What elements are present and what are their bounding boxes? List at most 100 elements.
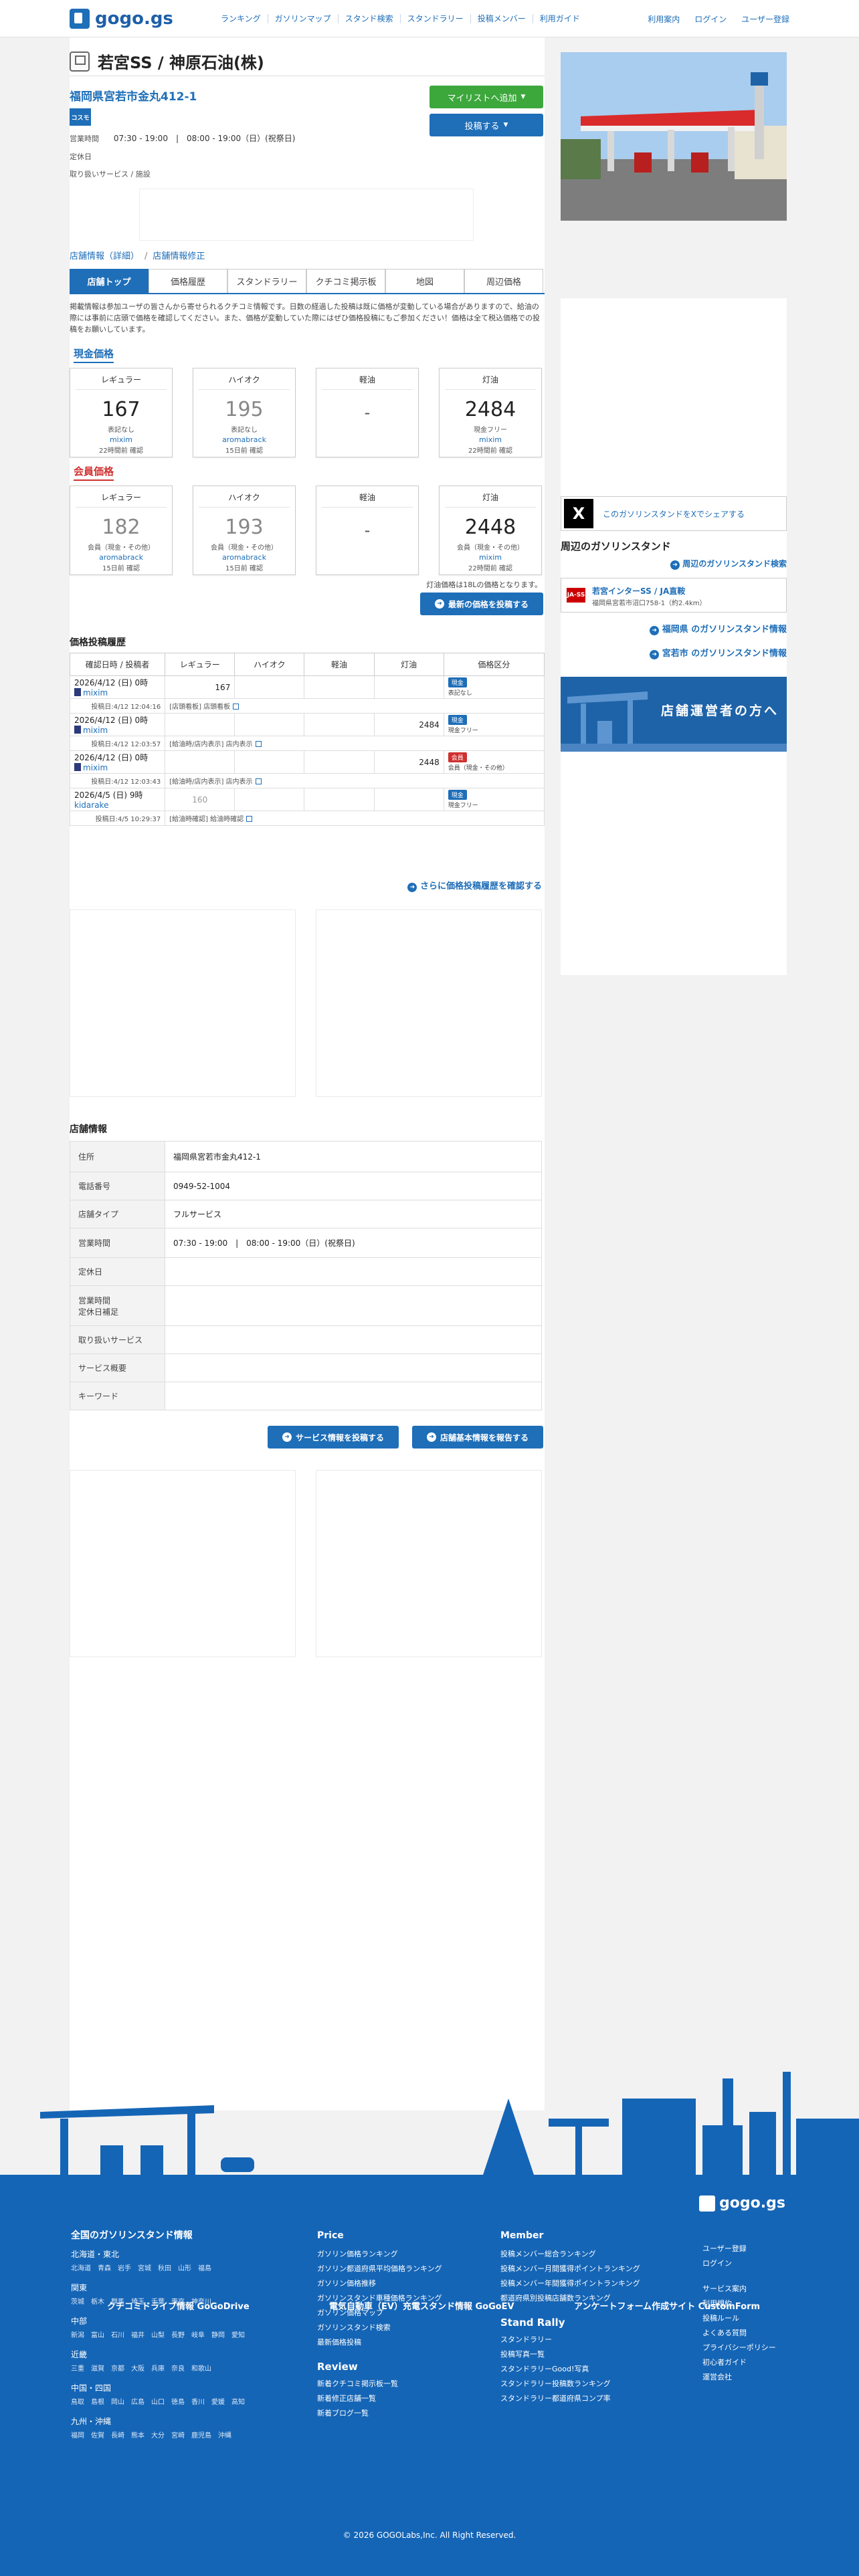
hours-value: 07:30 - 19:00 | 08:00 - 19:00（日）(祝祭日) [113, 134, 296, 143]
owner-banner[interactable]: 店舗運営者の方へ [561, 677, 787, 752]
flag-icon[interactable] [255, 741, 262, 747]
nav-register[interactable]: ユーザー登録 [741, 13, 789, 25]
nav-members[interactable]: 投稿メンバー [471, 14, 533, 23]
member-card-high-octane[interactable]: ハイオク 193 会員（現金・その他） aromabrack 15日前 確認 [193, 486, 296, 575]
footer-link[interactable]: プライバシーポリシー [702, 2341, 776, 2355]
report-store-button[interactable]: ➜ 店舗基本情報を報告する [412, 1426, 543, 1448]
tab-top[interactable]: 店舗トップ [70, 269, 149, 293]
footer-logo[interactable]: gogo.gs [699, 2195, 785, 2212]
footer-link[interactable]: 投稿メンバー月間獲得ポイントランキング [500, 2262, 640, 2276]
add-to-mylist-button[interactable]: マイリストへ追加 ▼ [430, 86, 543, 108]
tab-reviews[interactable]: クチコミ掲示板 [306, 269, 385, 293]
footer-link[interactable]: ユーザー登録 [702, 2242, 776, 2256]
footer-link[interactable]: ガソリン都道府県平均価格ランキング [317, 2262, 442, 2276]
tab-map[interactable]: 地図 [385, 269, 464, 293]
prefecture-stations-link[interactable]: ➜ 福岡県 のガソリンスタンド情報 [561, 622, 787, 635]
footer-link[interactable]: スタンドラリーGood!写真 [500, 2362, 640, 2377]
nav-login[interactable]: ログイン [694, 13, 727, 25]
site-logo[interactable]: gogo.gs [70, 5, 173, 32]
flag-icon[interactable] [246, 816, 253, 822]
flag-icon[interactable] [255, 778, 262, 784]
poster-name[interactable]: aromabrack [193, 435, 295, 444]
footer-link[interactable]: スタンドラリー都道府県コンプ率 [500, 2391, 640, 2406]
member-card-regular[interactable]: レギュラー 182 会員（現金・その他） aromabrack 15日前 確認 [70, 486, 173, 575]
member-card-kerosene[interactable]: 灯油 2448 会員（現金・その他） mixim 22時間前 確認 [439, 486, 542, 575]
nav-guide[interactable]: 利用ガイド [533, 14, 587, 23]
gogoev-link[interactable]: 電気自動車（EV）充電スタンド情報 GoGoEV [329, 2299, 514, 2312]
station-photo[interactable] [561, 52, 787, 221]
footer-link[interactable]: ログイン [702, 2256, 776, 2271]
poster-name[interactable]: mixim [440, 553, 541, 562]
footer-link[interactable]: 投稿写真一覧 [500, 2347, 640, 2362]
poster-name[interactable]: mixim [70, 435, 172, 444]
region-prefs[interactable]: 三重 滋賀 京都 大阪 兵庫 奈良 和歌山 [71, 2362, 245, 2377]
history-note: [給油時/店内表示] 店内表示 [169, 741, 253, 748]
footer-link[interactable]: ガソリン価格ランキング [317, 2247, 442, 2262]
poster-name[interactable]: mixim [440, 435, 541, 444]
nav-ranking[interactable]: ランキング [214, 14, 268, 23]
region-prefs[interactable]: 新潟 富山 石川 福井 山梨 長野 岐阜 静岡 愛知 [71, 2329, 245, 2343]
footer-link[interactable]: ガソリンスタンド検索 [317, 2321, 442, 2335]
post-button[interactable]: 投稿する ▼ [430, 114, 543, 136]
footer-link[interactable]: よくある質問 [702, 2326, 776, 2341]
tab-price-history[interactable]: 価格履歴 [149, 269, 227, 293]
nav-search[interactable]: スタンド検索 [339, 14, 401, 23]
footer-link[interactable]: スタンドラリー [500, 2333, 640, 2347]
share-on-x-button[interactable]: X このガソリンスタンドをXでシェアする [561, 496, 787, 531]
footer-link[interactable]: 最新価格投稿 [317, 2335, 442, 2350]
nearby-station-card[interactable]: JA-SS 若宮インターSS / JA直鞍 福岡県宮若市沼口758-1（約2.4… [561, 578, 787, 613]
price-card-diesel[interactable]: 軽油 - [316, 368, 419, 457]
tab-rally[interactable]: スタンドラリー [227, 269, 306, 293]
store-detail-link[interactable]: 店舗情報（詳細） [70, 251, 139, 261]
history-kerosene: 2448 [373, 750, 444, 774]
footer-link[interactable]: ガソリン価格推移 [317, 2276, 442, 2291]
footer-link[interactable]: 新着ブログ一覧 [317, 2406, 442, 2421]
footer-link[interactable]: サービス案内 [702, 2282, 776, 2296]
payment-type: 会員（現金・その他） [211, 544, 278, 552]
price-card-regular[interactable]: レギュラー 167 表記なし mixim 22時間前 確認 [70, 368, 173, 457]
more-history-link[interactable]: ➜ さらに価格投稿履歴を確認する [70, 879, 542, 892]
poster-name[interactable]: aromabrack [70, 553, 172, 562]
post-service-button[interactable]: ➜ サービス情報を投稿する [268, 1426, 399, 1448]
history-user[interactable]: mixim [83, 726, 108, 735]
flag-icon[interactable] [233, 704, 240, 710]
city-stations-link[interactable]: ➜ 宮若市 のガソリンスタンド情報 [561, 646, 787, 659]
store-edit-link[interactable]: 店舗情報修正 [153, 251, 205, 261]
footer-link[interactable]: スタンドラリー投稿数ランキング [500, 2377, 640, 2391]
info-row: 住所 福岡県宮若市金丸412-1 [70, 1141, 542, 1172]
customform-link[interactable]: アンケートフォーム作成サイト CustomForm [574, 2299, 760, 2312]
price-card-kerosene[interactable]: 灯油 2484 現金フリー mixim 22時間前 確認 [439, 368, 542, 457]
footer-link[interactable]: 運営会社 [702, 2370, 776, 2385]
history-date: 2026/4/5 (日) 9時 [74, 790, 143, 800]
history-user[interactable]: kidarake [74, 800, 108, 810]
footer-link[interactable]: 投稿メンバー年間獲得ポイントランキング [500, 2276, 640, 2291]
tab-nearby-prices[interactable]: 周辺価格 [464, 269, 543, 293]
nav-rally[interactable]: スタンドラリー [401, 14, 471, 23]
poster-name[interactable]: aromabrack [193, 553, 295, 562]
footer-link[interactable]: 投稿ルール [702, 2311, 776, 2326]
closed-label: 定休日 [70, 152, 92, 161]
history-type-cell: 現金 表記なし [443, 675, 545, 699]
footer-link[interactable]: 初心者ガイド [702, 2355, 776, 2370]
nav-map[interactable]: ガソリンマップ [268, 14, 339, 23]
nearby-station-name[interactable]: 若宮インターSS / JA直鞍 [592, 585, 685, 597]
nav-usage[interactable]: 利用案内 [648, 13, 680, 25]
nearby-search-link[interactable]: ➜ 周辺のガソリンスタンド検索 [561, 558, 787, 570]
region-prefs[interactable]: 福岡 佐賀 長崎 熊本 大分 宮崎 鹿児島 沖縄 [71, 2429, 245, 2444]
footer-link[interactable]: 新着修正店舗一覧 [317, 2391, 442, 2406]
price-card-high-octane[interactable]: ハイオク 195 表記なし aromabrack 15日前 確認 [193, 368, 296, 457]
region-prefs[interactable]: 北海道 青森 岩手 宮城 秋田 山形 福島 [71, 2262, 245, 2276]
history-user[interactable]: mixim [83, 688, 108, 697]
history-user[interactable]: mixim [83, 763, 108, 772]
region-prefs[interactable]: 鳥取 島根 岡山 広島 山口 徳島 香川 愛媛 高知 [71, 2395, 245, 2410]
post-latest-price-button[interactable]: ➜ 最新の価格を投稿する [420, 593, 543, 615]
gogodrive-link[interactable]: クチコミドライブ情報 GoGoDrive [107, 2299, 250, 2312]
member-card-diesel[interactable]: 軽油 - [316, 486, 419, 575]
price-value: 2484 [464, 398, 516, 421]
footer-link[interactable]: 新着クチコミ掲示板一覧 [317, 2377, 442, 2391]
col-regular: レギュラー [165, 653, 235, 676]
footer-link[interactable]: 投稿メンバー総合ランキング [500, 2247, 640, 2262]
station-address-link[interactable]: 福岡県宮若市金丸412-1 [70, 87, 197, 104]
services-label: 取り扱いサービス / 施設 [70, 170, 151, 179]
payment-type: 現金フリー [474, 427, 507, 434]
